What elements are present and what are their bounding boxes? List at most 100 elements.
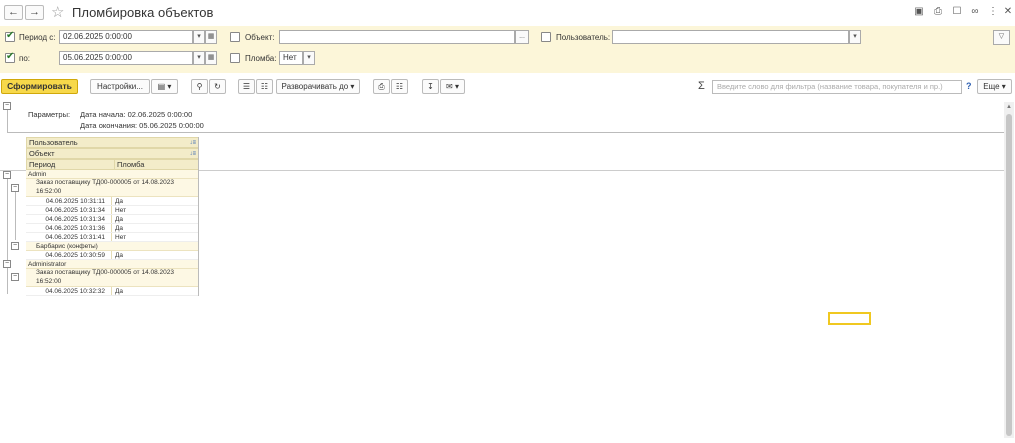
collapse-icon[interactable]: − (3, 102, 11, 110)
cell-seal: Да (115, 225, 124, 232)
object-checkbox[interactable] (230, 32, 240, 42)
help-icon[interactable]: ? (966, 81, 972, 91)
calendar-icon[interactable]: ▦ (205, 51, 217, 65)
mail-icon[interactable]: ✉ ▾ (440, 79, 465, 94)
table-row[interactable]: 04.06.2025 10:32:32 Да (26, 287, 199, 296)
period-from-input[interactable]: 02.06.2025 0:00:00 (59, 30, 193, 44)
report-area: − Параметры: Дата начала: 02.06.2025 0:0… (0, 100, 1015, 443)
generate-button[interactable]: Сформировать (1, 79, 78, 94)
group-object-row[interactable]: Заказ поставщику ТД00-000005 от 14.08.20… (26, 269, 199, 287)
object-name: Заказ поставщику ТД00-000005 от 14.08.20… (36, 269, 174, 276)
table-right-border (198, 137, 199, 296)
chevron-down-icon[interactable]: ▾ (193, 30, 205, 44)
vertical-scrollbar[interactable]: ▲ (1004, 102, 1014, 438)
seal-select[interactable]: Нет (279, 51, 303, 65)
collapse-icon[interactable]: − (11, 273, 19, 281)
cell-period: 04.06.2025 10:32:32 (26, 287, 112, 295)
cell-period: 04.06.2025 10:31:34 (26, 215, 112, 223)
cell-period: 04.06.2025 10:31:36 (26, 224, 112, 232)
report-toolbar: Сформировать Настройки... ▤ ▾ ⚲ ↻ ☰ ☷ Ра… (0, 73, 1015, 100)
filter-icon[interactable]: ▽ (993, 30, 1010, 45)
tree-line (7, 268, 8, 294)
period-to-checkbox[interactable] (5, 51, 15, 63)
table-row[interactable]: 04.06.2025 10:31:11 Да (26, 197, 199, 206)
group-object-row[interactable]: Барбарис (конфеты) (26, 242, 199, 251)
chevron-down-icon[interactable]: ▾ (303, 51, 315, 65)
filter-search-input[interactable]: Введите слово для фильтра (название това… (712, 80, 962, 94)
group-user-row[interactable]: Admin (26, 170, 199, 179)
user-checkbox[interactable] (541, 32, 551, 42)
expand-to-button[interactable]: Разворачивать до ▾ (276, 79, 360, 94)
object-label: Объект: (245, 33, 275, 42)
header-user[interactable]: Пользователь ↓≡ (26, 137, 199, 148)
expand-to-label: Разворачивать до (281, 82, 349, 91)
page-title: Пломбировка объектов (72, 5, 214, 20)
table-row[interactable]: 04.06.2025 10:31:34 Да (26, 215, 199, 224)
sort-icon[interactable]: ↓≡ (189, 138, 196, 148)
cell-period: 04.06.2025 10:31:34 (26, 206, 112, 214)
collapse-icon[interactable]: − (3, 260, 11, 268)
settings-button[interactable]: Настройки... (90, 79, 150, 94)
more-button[interactable]: Еще ▾ (977, 79, 1012, 94)
report-window: ← → ☆ Пломбировка объектов ▣ ⎙ ☐ ∞ ⋮ ✕ П… (0, 0, 1015, 443)
header-user-label: Пользователь (29, 138, 78, 147)
user-label: Пользователь: (556, 33, 611, 42)
period-to-input[interactable]: 05.06.2025 0:00:00 (59, 51, 193, 65)
list-icon[interactable]: ☷ (256, 79, 273, 94)
sort-icon[interactable]: ↓≡ (189, 149, 196, 159)
save-icon[interactable]: ▣ (913, 6, 925, 18)
table-row[interactable]: 04.06.2025 10:31:41 Нет (26, 233, 199, 242)
header-object[interactable]: Объект ↓≡ (26, 148, 199, 159)
preview-icon[interactable]: ☐ (951, 6, 963, 18)
object-name: Заказ поставщику ТД00-000005 от 14.08.20… (36, 179, 174, 186)
back-arrow-icon[interactable]: ← (4, 5, 23, 20)
title-bar: ← → ☆ Пломбировка объектов ▣ ⎙ ☐ ∞ ⋮ ✕ (0, 0, 1015, 26)
cell-period: 04.06.2025 10:31:41 (26, 233, 112, 241)
params-label: Параметры: (28, 110, 71, 119)
link-icon[interactable]: ∞ (969, 6, 981, 18)
header-object-label: Объект (29, 149, 55, 158)
table-row[interactable]: 04.06.2025 10:31:34 Нет (26, 206, 199, 215)
group-user-row[interactable]: Administrator (26, 260, 199, 269)
print-icon[interactable]: ⎙ (932, 6, 944, 18)
table-row[interactable]: 04.06.2025 10:30:59 Да (26, 251, 199, 260)
object-input[interactable] (279, 30, 515, 44)
object-select-button[interactable]: ... (515, 30, 529, 44)
cell-seal: Нет (115, 207, 127, 214)
seal-label: Пломба: (245, 54, 277, 63)
search-icon[interactable]: ⚲ (191, 79, 208, 94)
group-object-row[interactable]: Заказ поставщику ТД00-000005 от 14.08.20… (26, 179, 199, 197)
collapse-icon[interactable]: − (11, 184, 19, 192)
user-input[interactable] (612, 30, 849, 44)
close-icon[interactable]: ✕ (1002, 6, 1014, 18)
table-row[interactable]: 04.06.2025 10:31:36 Да (26, 224, 199, 233)
cell-seal: Да (115, 288, 124, 295)
header-period: Период (29, 160, 56, 169)
period-to-label: по: (19, 54, 31, 63)
tree-line (7, 110, 8, 132)
forward-arrow-icon[interactable]: → (25, 5, 44, 20)
search-next-icon[interactable]: ↻ (209, 79, 226, 94)
cell-period: 04.06.2025 10:31:11 (26, 197, 112, 205)
preview-icon[interactable]: ☷ (391, 79, 408, 94)
chevron-down-icon[interactable]: ▾ (193, 51, 205, 65)
group-icon[interactable]: ☰ (238, 79, 255, 94)
cell-seal: Да (115, 252, 124, 259)
collapse-icon[interactable]: − (3, 171, 11, 179)
seal-checkbox[interactable] (230, 53, 240, 63)
scroll-thumb[interactable] (1006, 114, 1012, 436)
more-vertical-icon[interactable]: ⋮ (987, 6, 999, 18)
variant-icon[interactable]: ▤ ▾ (151, 79, 178, 94)
scroll-up-icon[interactable]: ▲ (1005, 103, 1013, 111)
favorite-star-icon[interactable]: ☆ (51, 3, 64, 21)
object-name-time: 16:52:00 (36, 187, 62, 195)
selected-cell[interactable] (828, 312, 871, 325)
download-icon[interactable]: ↧ (422, 79, 439, 94)
calendar-icon[interactable]: ▦ (205, 30, 217, 44)
collapse-icon[interactable]: − (11, 242, 19, 250)
period-from-checkbox[interactable] (5, 30, 15, 42)
print-icon[interactable]: ⎙ (373, 79, 390, 94)
chevron-down-icon[interactable]: ▾ (849, 30, 861, 44)
sum-icon[interactable]: Σ (698, 80, 705, 92)
header-seal: Пломба (114, 160, 144, 169)
